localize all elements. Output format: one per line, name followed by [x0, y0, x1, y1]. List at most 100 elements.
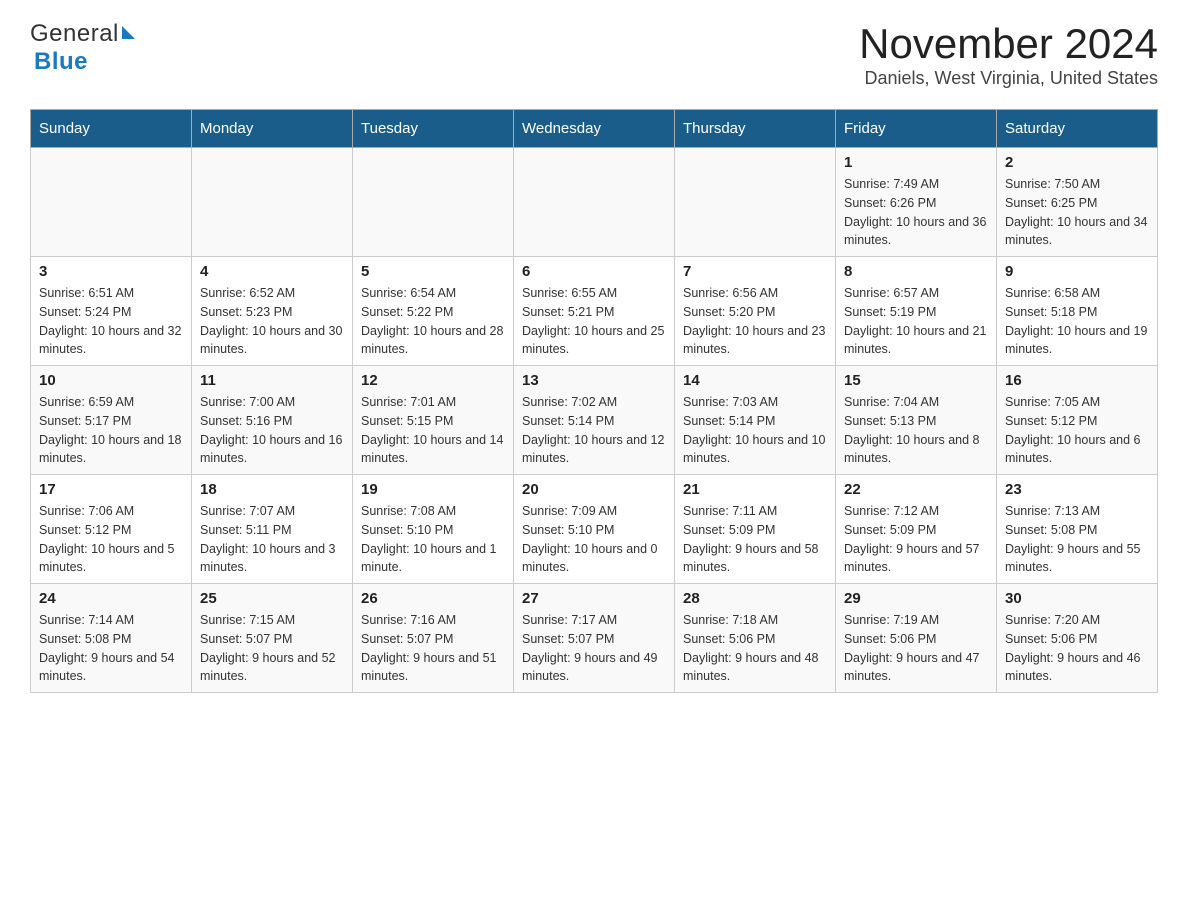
- calendar-cell: 14 Sunrise: 7:03 AM Sunset: 5:14 PM Dayli…: [675, 366, 836, 475]
- day-number: 6: [522, 263, 666, 280]
- calendar-week-row: 24 Sunrise: 7:14 AM Sunset: 5:08 PM Dayli…: [31, 584, 1158, 693]
- title-section: November 2024 Daniels, West Virginia, Un…: [859, 20, 1158, 89]
- calendar-cell: 16 Sunrise: 7:05 AM Sunset: 5:12 PM Dayli…: [997, 366, 1158, 475]
- calendar-cell: [192, 148, 353, 257]
- page-title: November 2024: [859, 20, 1158, 68]
- header-friday: Friday: [836, 110, 997, 148]
- day-number: 22: [844, 481, 988, 498]
- calendar-cell: 19 Sunrise: 7:08 AM Sunset: 5:10 PM Dayli…: [353, 475, 514, 584]
- day-info: Sunrise: 7:19 AM Sunset: 5:06 PM Dayligh…: [844, 611, 988, 686]
- logo: General Blue: [30, 20, 135, 76]
- calendar-cell: 29 Sunrise: 7:19 AM Sunset: 5:06 PM Dayli…: [836, 584, 997, 693]
- day-number: 24: [39, 590, 183, 607]
- day-number: 7: [683, 263, 827, 280]
- calendar-cell: 2 Sunrise: 7:50 AM Sunset: 6:25 PM Daylig…: [997, 148, 1158, 257]
- day-number: 28: [683, 590, 827, 607]
- logo-arrow-icon: [122, 26, 135, 39]
- header-tuesday: Tuesday: [353, 110, 514, 148]
- day-number: 5: [361, 263, 505, 280]
- day-info: Sunrise: 7:05 AM Sunset: 5:12 PM Dayligh…: [1005, 393, 1149, 468]
- day-info: Sunrise: 7:00 AM Sunset: 5:16 PM Dayligh…: [200, 393, 344, 468]
- day-info: Sunrise: 6:51 AM Sunset: 5:24 PM Dayligh…: [39, 284, 183, 359]
- day-info: Sunrise: 7:03 AM Sunset: 5:14 PM Dayligh…: [683, 393, 827, 468]
- header-thursday: Thursday: [675, 110, 836, 148]
- day-number: 21: [683, 481, 827, 498]
- calendar-cell: 17Sunrise: 7:06 AM Sunset: 5:12 PM Dayli…: [31, 475, 192, 584]
- calendar-week-row: 1 Sunrise: 7:49 AM Sunset: 6:26 PM Daylig…: [31, 148, 1158, 257]
- day-number: 9: [1005, 263, 1149, 280]
- page-header: General Blue November 2024 Daniels, West…: [30, 20, 1158, 89]
- header-wednesday: Wednesday: [514, 110, 675, 148]
- calendar-cell: 6 Sunrise: 6:55 AM Sunset: 5:21 PM Daylig…: [514, 257, 675, 366]
- calendar-cell: 28 Sunrise: 7:18 AM Sunset: 5:06 PM Dayli…: [675, 584, 836, 693]
- day-number: 27: [522, 590, 666, 607]
- logo-general-text: General: [30, 20, 119, 48]
- calendar-cell: 18 Sunrise: 7:07 AM Sunset: 5:11 PM Dayli…: [192, 475, 353, 584]
- calendar-cell: 5 Sunrise: 6:54 AM Sunset: 5:22 PM Daylig…: [353, 257, 514, 366]
- calendar-cell: 15 Sunrise: 7:04 AM Sunset: 5:13 PM Dayli…: [836, 366, 997, 475]
- day-number: 1: [844, 154, 988, 171]
- day-number: 25: [200, 590, 344, 607]
- day-number: 4: [200, 263, 344, 280]
- day-number: 3: [39, 263, 183, 280]
- calendar-cell: [353, 148, 514, 257]
- calendar-cell: [514, 148, 675, 257]
- calendar-cell: 26Sunrise: 7:16 AM Sunset: 5:07 PM Dayli…: [353, 584, 514, 693]
- day-info: Sunrise: 7:07 AM Sunset: 5:11 PM Dayligh…: [200, 502, 344, 577]
- calendar-cell: 22Sunrise: 7:12 AM Sunset: 5:09 PM Dayli…: [836, 475, 997, 584]
- calendar-cell: 20 Sunrise: 7:09 AM Sunset: 5:10 PM Dayli…: [514, 475, 675, 584]
- calendar-cell: 30 Sunrise: 7:20 AM Sunset: 5:06 PM Dayli…: [997, 584, 1158, 693]
- page-subtitle: Daniels, West Virginia, United States: [859, 68, 1158, 89]
- day-info: Sunrise: 7:04 AM Sunset: 5:13 PM Dayligh…: [844, 393, 988, 468]
- calendar-cell: 13Sunrise: 7:02 AM Sunset: 5:14 PM Dayli…: [514, 366, 675, 475]
- day-number: 17: [39, 481, 183, 498]
- day-info: Sunrise: 7:50 AM Sunset: 6:25 PM Dayligh…: [1005, 175, 1149, 250]
- day-number: 18: [200, 481, 344, 498]
- day-number: 12: [361, 372, 505, 389]
- day-number: 2: [1005, 154, 1149, 171]
- day-number: 23: [1005, 481, 1149, 498]
- day-number: 10: [39, 372, 183, 389]
- day-info: Sunrise: 7:11 AM Sunset: 5:09 PM Dayligh…: [683, 502, 827, 577]
- day-info: Sunrise: 7:20 AM Sunset: 5:06 PM Dayligh…: [1005, 611, 1149, 686]
- day-info: Sunrise: 6:57 AM Sunset: 5:19 PM Dayligh…: [844, 284, 988, 359]
- day-info: Sunrise: 6:56 AM Sunset: 5:20 PM Dayligh…: [683, 284, 827, 359]
- calendar-cell: 23 Sunrise: 7:13 AM Sunset: 5:08 PM Dayli…: [997, 475, 1158, 584]
- header-sunday: Sunday: [31, 110, 192, 148]
- day-info: Sunrise: 7:14 AM Sunset: 5:08 PM Dayligh…: [39, 611, 183, 686]
- calendar-cell: [675, 148, 836, 257]
- day-info: Sunrise: 7:15 AM Sunset: 5:07 PM Dayligh…: [200, 611, 344, 686]
- day-number: 11: [200, 372, 344, 389]
- day-info: Sunrise: 7:49 AM Sunset: 6:26 PM Dayligh…: [844, 175, 988, 250]
- calendar-cell: 3 Sunrise: 6:51 AM Sunset: 5:24 PM Daylig…: [31, 257, 192, 366]
- calendar-cell: 24 Sunrise: 7:14 AM Sunset: 5:08 PM Dayli…: [31, 584, 192, 693]
- day-number: 14: [683, 372, 827, 389]
- day-info: Sunrise: 7:01 AM Sunset: 5:15 PM Dayligh…: [361, 393, 505, 468]
- day-number: 16: [1005, 372, 1149, 389]
- calendar-cell: 9Sunrise: 6:58 AM Sunset: 5:18 PM Daylig…: [997, 257, 1158, 366]
- calendar-cell: [31, 148, 192, 257]
- day-number: 29: [844, 590, 988, 607]
- day-info: Sunrise: 6:52 AM Sunset: 5:23 PM Dayligh…: [200, 284, 344, 359]
- day-number: 26: [361, 590, 505, 607]
- day-info: Sunrise: 7:08 AM Sunset: 5:10 PM Dayligh…: [361, 502, 505, 577]
- day-number: 19: [361, 481, 505, 498]
- calendar-cell: 7 Sunrise: 6:56 AM Sunset: 5:20 PM Daylig…: [675, 257, 836, 366]
- day-info: Sunrise: 7:13 AM Sunset: 5:08 PM Dayligh…: [1005, 502, 1149, 577]
- day-info: Sunrise: 6:59 AM Sunset: 5:17 PM Dayligh…: [39, 393, 183, 468]
- day-number: 30: [1005, 590, 1149, 607]
- calendar-cell: 1 Sunrise: 7:49 AM Sunset: 6:26 PM Daylig…: [836, 148, 997, 257]
- day-info: Sunrise: 7:02 AM Sunset: 5:14 PM Dayligh…: [522, 393, 666, 468]
- day-info: Sunrise: 6:54 AM Sunset: 5:22 PM Dayligh…: [361, 284, 505, 359]
- day-info: Sunrise: 7:18 AM Sunset: 5:06 PM Dayligh…: [683, 611, 827, 686]
- calendar-table: Sunday Monday Tuesday Wednesday Thursday…: [30, 109, 1158, 693]
- calendar-cell: 4 Sunrise: 6:52 AM Sunset: 5:23 PM Daylig…: [192, 257, 353, 366]
- day-info: Sunrise: 7:09 AM Sunset: 5:10 PM Dayligh…: [522, 502, 666, 577]
- day-info: Sunrise: 6:55 AM Sunset: 5:21 PM Dayligh…: [522, 284, 666, 359]
- day-number: 15: [844, 372, 988, 389]
- calendar-week-row: 10 Sunrise: 6:59 AM Sunset: 5:17 PM Dayli…: [31, 366, 1158, 475]
- weekday-header-row: Sunday Monday Tuesday Wednesday Thursday…: [31, 110, 1158, 148]
- calendar-week-row: 17Sunrise: 7:06 AM Sunset: 5:12 PM Dayli…: [31, 475, 1158, 584]
- calendar-cell: 12 Sunrise: 7:01 AM Sunset: 5:15 PM Dayli…: [353, 366, 514, 475]
- day-number: 20: [522, 481, 666, 498]
